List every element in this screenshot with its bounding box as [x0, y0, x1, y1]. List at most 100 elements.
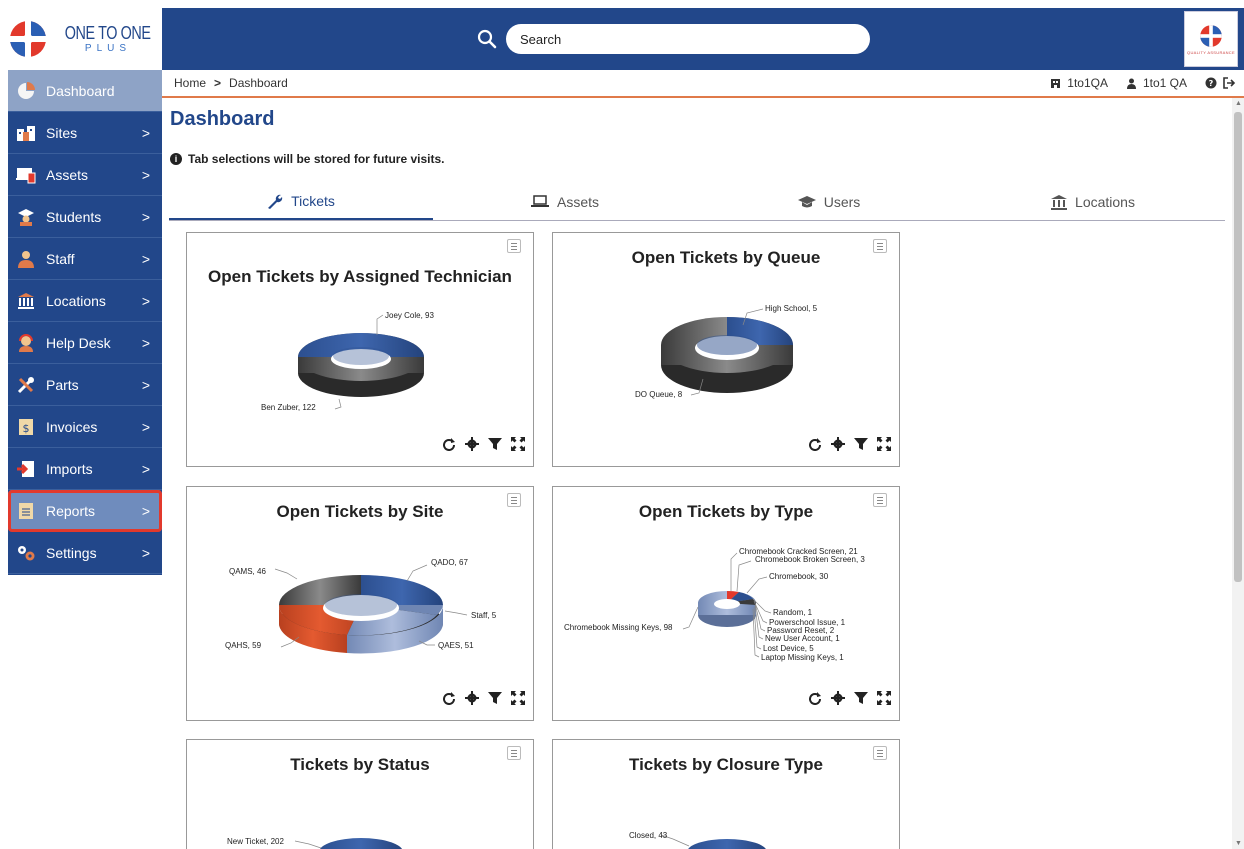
- pie-label: Lost Device, 5: [763, 644, 814, 653]
- info-notice: i Tab selections will be stored for futu…: [170, 152, 445, 166]
- search-icon[interactable]: [476, 28, 498, 50]
- building-icon: [16, 291, 36, 311]
- page-scrollbar[interactable]: ▲ ▼: [1232, 98, 1244, 849]
- graduation-cap-icon: [797, 196, 816, 208]
- tab-label: Assets: [556, 194, 599, 210]
- sidebar-item-parts[interactable]: Parts >: [8, 364, 162, 406]
- filter-icon[interactable]: [854, 437, 868, 451]
- refresh-icon[interactable]: [808, 437, 822, 451]
- top-bar: QUALITY ASSURANCE: [162, 8, 1244, 70]
- chevron-right-icon: >: [141, 251, 150, 267]
- search-input[interactable]: [506, 24, 870, 54]
- scroll-thumb[interactable]: [1234, 112, 1242, 582]
- sites-icon: [16, 123, 36, 143]
- pie-label: High School, 5: [765, 304, 818, 313]
- invoice-icon: $: [16, 417, 36, 437]
- tab-locations[interactable]: Locations: [961, 184, 1225, 220]
- scroll-down-icon[interactable]: ▼: [1235, 840, 1242, 847]
- pie-label: QAHS, 59: [225, 641, 262, 650]
- import-icon: [16, 459, 36, 479]
- tab-tickets[interactable]: Tickets: [169, 184, 433, 220]
- breadcrumb-separator-icon: >: [214, 76, 222, 90]
- sidebar-item-locations[interactable]: Locations >: [8, 280, 162, 322]
- pie-hole: [714, 599, 740, 609]
- pie-chart: [274, 564, 468, 654]
- sidebar-item-label: Imports: [46, 460, 93, 477]
- sidebar-item-sites[interactable]: Sites >: [8, 112, 162, 154]
- refresh-icon[interactable]: [808, 691, 822, 705]
- current-user[interactable]: 1to1 QA: [1143, 76, 1187, 90]
- pie-label: Random, 1: [773, 608, 813, 617]
- filter-icon[interactable]: [488, 437, 502, 451]
- pie-label: DO Queue, 8: [635, 390, 683, 399]
- sidebar-item-staff[interactable]: Staff >: [8, 238, 162, 280]
- scroll-up-icon[interactable]: ▲: [1235, 100, 1242, 107]
- current-site[interactable]: 1to1QA: [1067, 76, 1108, 90]
- chevron-right-icon: >: [141, 461, 150, 477]
- sidebar-item-assets[interactable]: Assets >: [8, 154, 162, 196]
- refresh-icon[interactable]: [442, 437, 456, 451]
- chevron-right-icon: >: [141, 335, 150, 351]
- headset-icon: [16, 333, 36, 353]
- logout-icon[interactable]: [1223, 77, 1236, 89]
- sidebar-item-students[interactable]: Students >: [8, 196, 162, 238]
- student-icon: [16, 207, 36, 227]
- laptop-icon: [530, 195, 549, 207]
- tab-label: Users: [823, 194, 861, 210]
- dashboard-tabs: Tickets Assets Users Locations: [169, 184, 1225, 221]
- sidebar-item-label: Settings: [46, 544, 97, 561]
- filter-icon[interactable]: [854, 691, 868, 705]
- pie-chart: [294, 838, 403, 849]
- sidebar-item-label: Students: [46, 208, 102, 225]
- gear-icon[interactable]: [465, 691, 479, 705]
- pie-label: Ben Zuber, 122: [261, 403, 316, 412]
- gear-icon[interactable]: [465, 437, 479, 451]
- sidebar-item-label: Staff: [46, 250, 75, 267]
- chevron-right-icon: >: [141, 419, 150, 435]
- wrench-icon: [268, 194, 283, 209]
- expand-icon[interactable]: [877, 691, 891, 705]
- expand-icon[interactable]: [511, 691, 525, 705]
- pie-label: Staff, 5: [471, 611, 497, 620]
- devices-icon: [16, 165, 36, 185]
- widget-tickets-by-site: Open Tickets by Site QAMS, 46 QADO, 67 S…: [186, 486, 534, 721]
- chevron-right-icon: >: [141, 209, 150, 225]
- help-icon[interactable]: ?: [1205, 77, 1217, 89]
- widget-tickets-by-queue: Open Tickets by Queue High School, 5 DO …: [552, 232, 900, 467]
- tab-users[interactable]: Users: [697, 184, 961, 220]
- sidebar: Dashboard Sites > Assets > Students > St…: [8, 70, 162, 575]
- pie-chart-icon: [16, 81, 36, 101]
- pie-chart: [682, 552, 772, 658]
- widget-tickets-by-status: Tickets by Status New Ticket, 202: [186, 739, 534, 849]
- pie-label: Laptop Missing Keys, 1: [761, 653, 844, 662]
- app-root: { "brand": { "line1": "ONE TO ONE", "lin…: [0, 0, 1244, 849]
- chevron-right-icon: >: [141, 125, 150, 141]
- widget-tickets-by-technician: Open Tickets by Assigned Technician Joey…: [186, 232, 534, 467]
- report-icon: [16, 501, 36, 521]
- sidebar-item-label: Assets: [46, 166, 89, 183]
- pie-label: Chromebook Broken Screen, 3: [755, 555, 865, 564]
- sidebar-item-imports[interactable]: Imports >: [8, 448, 162, 490]
- filter-icon[interactable]: [488, 691, 502, 705]
- sidebar-item-settings[interactable]: Settings >: [8, 532, 162, 574]
- breadcrumb-home-link[interactable]: Home: [174, 76, 206, 90]
- widget-tickets-by-type: Open Tickets by Type Chromebook Cracked …: [552, 486, 900, 721]
- page-title: Dashboard: [170, 108, 275, 130]
- sidebar-item-dashboard[interactable]: Dashboard: [8, 70, 162, 112]
- app-logo[interactable]: ONE TO ONE PLUS: [8, 8, 162, 70]
- sidebar-item-reports[interactable]: Reports >: [8, 490, 162, 532]
- pie-slice-new-ticket: [319, 838, 403, 849]
- gear-icon[interactable]: [831, 437, 845, 451]
- sidebar-item-label: Reports: [46, 502, 96, 519]
- district-logo-icon: [1200, 24, 1222, 47]
- sidebar-item-invoices[interactable]: $ Invoices >: [8, 406, 162, 448]
- gear-icon[interactable]: [831, 691, 845, 705]
- user-menu: 1to1QA 1to1 QA ?: [1050, 76, 1236, 90]
- pie-label: QADO, 67: [431, 558, 468, 567]
- expand-icon[interactable]: [877, 437, 891, 451]
- staff-icon: [16, 249, 36, 269]
- sidebar-item-help-desk[interactable]: Help Desk >: [8, 322, 162, 364]
- refresh-icon[interactable]: [442, 691, 456, 705]
- expand-icon[interactable]: [511, 437, 525, 451]
- tab-assets[interactable]: Assets: [433, 184, 697, 220]
